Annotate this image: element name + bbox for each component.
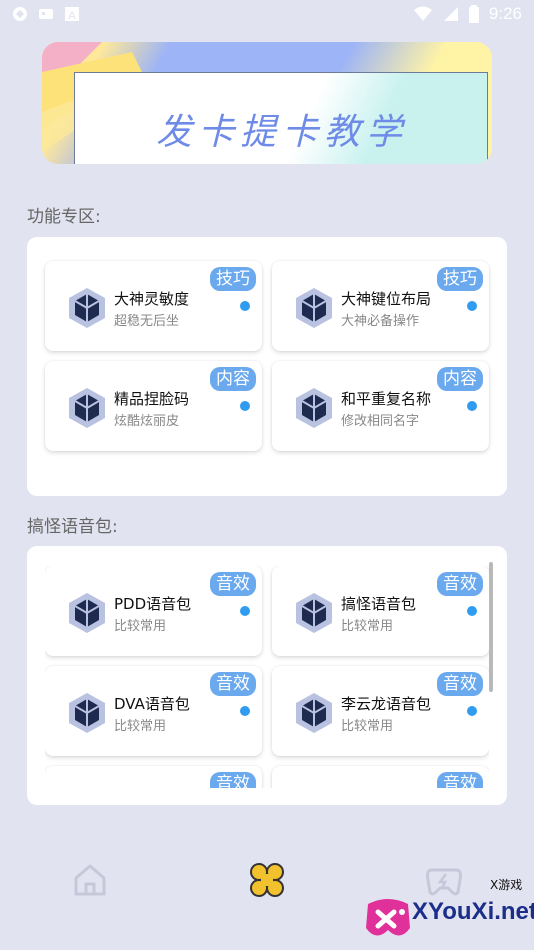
- card-name: 搞怪语音包: [341, 595, 417, 613]
- status-dot: [240, 606, 250, 616]
- text-icon: A: [65, 7, 79, 22]
- card-subtitle: 比较常用: [341, 619, 394, 634]
- card-subtitle: 超稳无后坐: [114, 314, 180, 329]
- card-funny-voice[interactable]: 搞怪语音包 比较常用 音效: [272, 566, 489, 656]
- card-dva-voice[interactable]: DVA语音包 比较常用 音效: [45, 666, 262, 756]
- status-dot: [467, 706, 477, 716]
- section-title-features: 功能专区:: [27, 207, 101, 227]
- card-face-code[interactable]: 精品捏脸码 炫酷炫丽皮 内容: [45, 361, 262, 451]
- cube-icon: [296, 288, 332, 328]
- cube-icon: [69, 388, 105, 428]
- card-pdd-voice[interactable]: PDD语音包 比较常用 音效: [45, 566, 262, 656]
- card-voice-partial[interactable]: 音效: [45, 766, 262, 788]
- card-voice-partial[interactable]: 音效: [272, 766, 489, 788]
- banner[interactable]: 发卡提卡教学: [42, 42, 492, 164]
- status-dot: [467, 301, 477, 311]
- status-time: 9:26: [488, 4, 522, 23]
- scrollbar[interactable]: [489, 562, 493, 692]
- cube-icon: [296, 593, 332, 633]
- card-name: PDD语音包: [114, 595, 192, 613]
- card-liyunlong-voice[interactable]: 李云龙语音包 比较常用 音效: [272, 666, 489, 756]
- card-name: 和平重复名称: [341, 390, 432, 408]
- card-badge: 技巧: [437, 267, 483, 291]
- card-duplicate-name[interactable]: 和平重复名称 修改相同名字 内容: [272, 361, 489, 451]
- watermark-text: XYouXi.net: [412, 898, 534, 925]
- status-left-icons: A: [12, 6, 80, 22]
- wifi-icon: [413, 6, 432, 21]
- cube-icon: [296, 388, 332, 428]
- card-name: 大神灵敏度: [114, 290, 190, 308]
- cube-icon: [296, 693, 332, 733]
- card-name: 李云龙语音包: [341, 695, 432, 713]
- card-badge: 音效: [437, 772, 483, 788]
- voice-packs-scroll-area[interactable]: PDD语音包 比较常用 音效 搞怪语音包 比较常用 音效 DVA语音包 比较常用…: [45, 566, 489, 788]
- card-badge: 音效: [437, 672, 483, 696]
- status-dot: [240, 706, 250, 716]
- banner-title: 发卡提卡教学: [155, 112, 408, 153]
- card-key-layout[interactable]: 大神键位布局 大神必备操作 技巧: [272, 261, 489, 351]
- watermark-logo-icon: [366, 899, 410, 936]
- features-panel: 大神灵敏度 超稳无后坐 技巧 大神键位布局 大神必备操作 技巧 精品捏脸码 炫酷…: [27, 237, 507, 496]
- status-dot: [240, 401, 250, 411]
- card-subtitle: 比较常用: [341, 719, 394, 734]
- signal-icon: [443, 7, 458, 21]
- status-dot: [467, 401, 477, 411]
- card-name: DVA语音包: [114, 695, 190, 713]
- card-name: 大神键位布局: [341, 290, 432, 308]
- battery-icon: [468, 5, 479, 23]
- cube-icon: [69, 693, 105, 733]
- cube-icon: [69, 288, 105, 328]
- clover-icon[interactable]: [247, 860, 287, 900]
- card-badge: 音效: [210, 572, 256, 596]
- card-badge: 音效: [210, 672, 256, 696]
- card-badge: 音效: [210, 772, 256, 788]
- game-icon: [39, 9, 53, 19]
- status-bar: A 9:26: [0, 0, 534, 28]
- card-name: 精品捏脸码: [114, 390, 190, 408]
- card-badge: 内容: [437, 367, 483, 391]
- svg-text:A: A: [68, 10, 76, 22]
- card-badge: 内容: [210, 367, 256, 391]
- cube-icon: [69, 593, 105, 633]
- status-right-icons: 9:26: [413, 4, 522, 24]
- status-dot: [467, 606, 477, 616]
- card-badge: 音效: [437, 572, 483, 596]
- card-badge: 技巧: [210, 267, 256, 291]
- section-title-voice-packs: 搞怪语音包:: [27, 517, 118, 537]
- voice-packs-panel[interactable]: PDD语音包 比较常用 音效 搞怪语音包 比较常用 音效 DVA语音包 比较常用…: [27, 546, 507, 805]
- card-subtitle: 大神必备操作: [341, 314, 420, 329]
- card-subtitle: 比较常用: [114, 619, 167, 634]
- status-dot: [240, 301, 250, 311]
- card-subtitle: 比较常用: [114, 719, 167, 734]
- card-subtitle: 炫酷炫丽皮: [114, 414, 180, 429]
- banner-board: 发卡提卡教学: [74, 72, 488, 164]
- sync-icon: [13, 7, 27, 21]
- card-subtitle: 修改相同名字: [341, 414, 420, 429]
- watermark: X游戏 XYouXi.net: [360, 872, 534, 950]
- card-sensitivity[interactable]: 大神灵敏度 超稳无后坐 技巧: [45, 261, 262, 351]
- watermark-small-text: X游戏: [490, 878, 523, 892]
- home-icon[interactable]: [70, 860, 110, 900]
